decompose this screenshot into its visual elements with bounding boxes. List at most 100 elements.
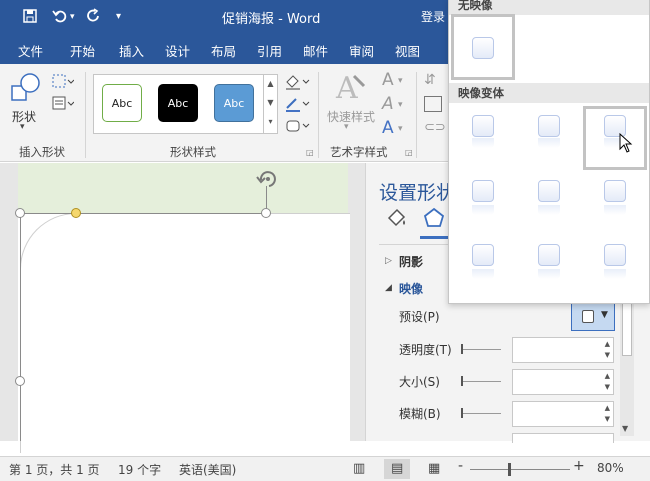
tab-file[interactable]: 文件 [18, 41, 43, 60]
reflection-variant-9[interactable] [604, 244, 626, 266]
size-input[interactable]: ▲ ▼ [512, 369, 614, 395]
adjust-handle[interactable] [71, 208, 81, 218]
text-direction-icon[interactable]: ⇵ [424, 72, 436, 88]
quick-styles-dropdown-icon[interactable]: ▾ [344, 122, 349, 132]
dropdown-icon[interactable]: ▾ [398, 124, 403, 134]
selection-outline [20, 213, 266, 214]
customize-qat-icon[interactable]: ▾ [116, 11, 121, 22]
reflection-variant-8[interactable] [538, 244, 560, 266]
text-fill-icon[interactable]: A [382, 70, 394, 90]
save-icon[interactable] [22, 8, 38, 28]
reflection-section[interactable]: 映像 [399, 280, 423, 297]
rotate-handle-icon[interactable] [255, 168, 279, 193]
shape-style-black[interactable]: Abc [158, 84, 198, 122]
login-button[interactable]: 登录 [421, 8, 445, 25]
reflection-preview [604, 269, 626, 279]
reflection-preview [538, 205, 560, 215]
effects-icon[interactable] [422, 206, 446, 233]
create-link-icon[interactable]: ⊂⊃ [424, 120, 446, 135]
collapsed-arrow-icon[interactable]: ▷ [385, 256, 392, 266]
tab-home[interactable]: 开始 [70, 41, 95, 60]
shadow-section[interactable]: 阴影 [399, 253, 423, 270]
reflection-variants-header: 映像变体 [449, 83, 649, 103]
tab-layout[interactable]: 布局 [211, 41, 236, 60]
text-outline-icon[interactable]: A [382, 94, 394, 114]
shape-outline-icon[interactable] [284, 96, 310, 115]
wordart-group-label: 艺术字样式 [330, 145, 388, 159]
mouse-cursor-icon [619, 132, 633, 156]
expanded-arrow-icon[interactable]: ◢ [385, 283, 392, 293]
redo-icon[interactable] [86, 8, 102, 28]
resize-handle[interactable] [261, 208, 271, 218]
shapes-dropdown-icon[interactable]: ▾ [20, 122, 25, 132]
zoom-level[interactable]: 80% [597, 461, 624, 475]
reflection-variant-4[interactable] [472, 180, 494, 202]
rounded-rectangle-shape[interactable] [20, 213, 350, 453]
reflection-variant-1[interactable] [472, 115, 494, 137]
transparency-slider[interactable] [461, 349, 501, 350]
shape-styles-group-label: 形状样式 [170, 145, 216, 159]
print-layout-icon[interactable]: ▤ [391, 461, 403, 476]
transparency-label: 透明度(T) [399, 343, 452, 357]
zoom-in-button[interactable]: + [573, 458, 585, 474]
dialog-launcher-icon[interactable]: ◲ [306, 148, 314, 157]
zoom-slider-knob[interactable] [508, 463, 511, 476]
blur-slider[interactable] [461, 413, 501, 414]
reflection-variant-5[interactable] [538, 180, 560, 202]
slider-knob[interactable] [461, 408, 463, 418]
distance-input[interactable] [512, 433, 614, 443]
slider-knob[interactable] [461, 376, 463, 386]
fill-line-icon[interactable] [384, 206, 408, 233]
quick-styles-button[interactable]: 快速样式 [327, 108, 375, 125]
shape-style-blue[interactable]: Abc [214, 84, 254, 122]
shape-effects-icon[interactable] [284, 118, 310, 137]
text-box-icon[interactable] [52, 96, 75, 113]
language-indicator[interactable]: 英语(美国) [179, 461, 236, 478]
reflection-variant-2[interactable] [538, 115, 560, 137]
tab-review[interactable]: 审阅 [349, 41, 374, 60]
no-reflection-option[interactable] [472, 37, 494, 59]
scroll-down-icon[interactable]: ▼ [622, 424, 628, 433]
size-slider[interactable] [461, 381, 501, 382]
dropdown-icon[interactable]: ▾ [398, 76, 403, 86]
quick-styles-icon[interactable]: A [334, 70, 366, 107]
dropdown-icon[interactable]: ▾ [398, 100, 403, 110]
dialog-launcher-icon[interactable]: ◲ [405, 148, 413, 157]
scrollbar-thumb[interactable] [622, 302, 632, 356]
shapes-icon[interactable] [10, 72, 42, 107]
preset-dropdown[interactable]: ▼ [571, 303, 615, 331]
reflection-preview [472, 138, 494, 148]
page-count[interactable]: 第 1 页，共 1 页 [9, 461, 100, 478]
active-tab-indicator [420, 236, 448, 239]
transparency-input[interactable]: ▲ ▼ [512, 337, 614, 363]
tab-references[interactable]: 引用 [257, 41, 282, 60]
reflection-variant-7[interactable] [472, 244, 494, 266]
tab-view[interactable]: 视图 [395, 41, 420, 60]
blur-input[interactable]: ▲ ▼ [512, 401, 614, 427]
ribbon-divider [318, 72, 319, 158]
reflection-preview [604, 205, 626, 215]
web-layout-icon[interactable]: ▦ [428, 461, 440, 476]
slider-knob[interactable] [461, 344, 463, 354]
reflection-variant-6[interactable] [604, 180, 626, 202]
tab-design[interactable]: 设计 [165, 41, 190, 60]
resize-handle[interactable] [15, 376, 25, 386]
read-mode-icon[interactable]: ▥ [353, 461, 365, 476]
word-count[interactable]: 19 个字 [118, 461, 161, 478]
tab-insert[interactable]: 插入 [119, 41, 144, 60]
tab-mailings[interactable]: 邮件 [303, 41, 328, 60]
resize-handle[interactable] [15, 208, 25, 218]
page-header-band [18, 163, 348, 213]
align-text-icon[interactable] [424, 96, 442, 112]
edit-shape-icon[interactable] [52, 74, 75, 91]
gallery-scroll[interactable]: ▲ ▼ ▾ [263, 74, 277, 134]
pane-title: 设置形状 [379, 182, 456, 204]
shape-style-green-outline[interactable]: Abc [102, 84, 142, 122]
shape-fill-icon[interactable] [284, 74, 310, 93]
undo-dropdown-icon[interactable]: ▾ [70, 12, 75, 22]
zoom-out-button[interactable]: - [458, 458, 463, 474]
undo-icon[interactable] [52, 8, 68, 28]
text-effects-icon[interactable]: A [382, 118, 394, 138]
zoom-slider[interactable] [470, 469, 570, 470]
status-bar: 第 1 页，共 1 页 19 个字 英语(美国) ▥ ▤ ▦ - + 80% [0, 456, 650, 481]
